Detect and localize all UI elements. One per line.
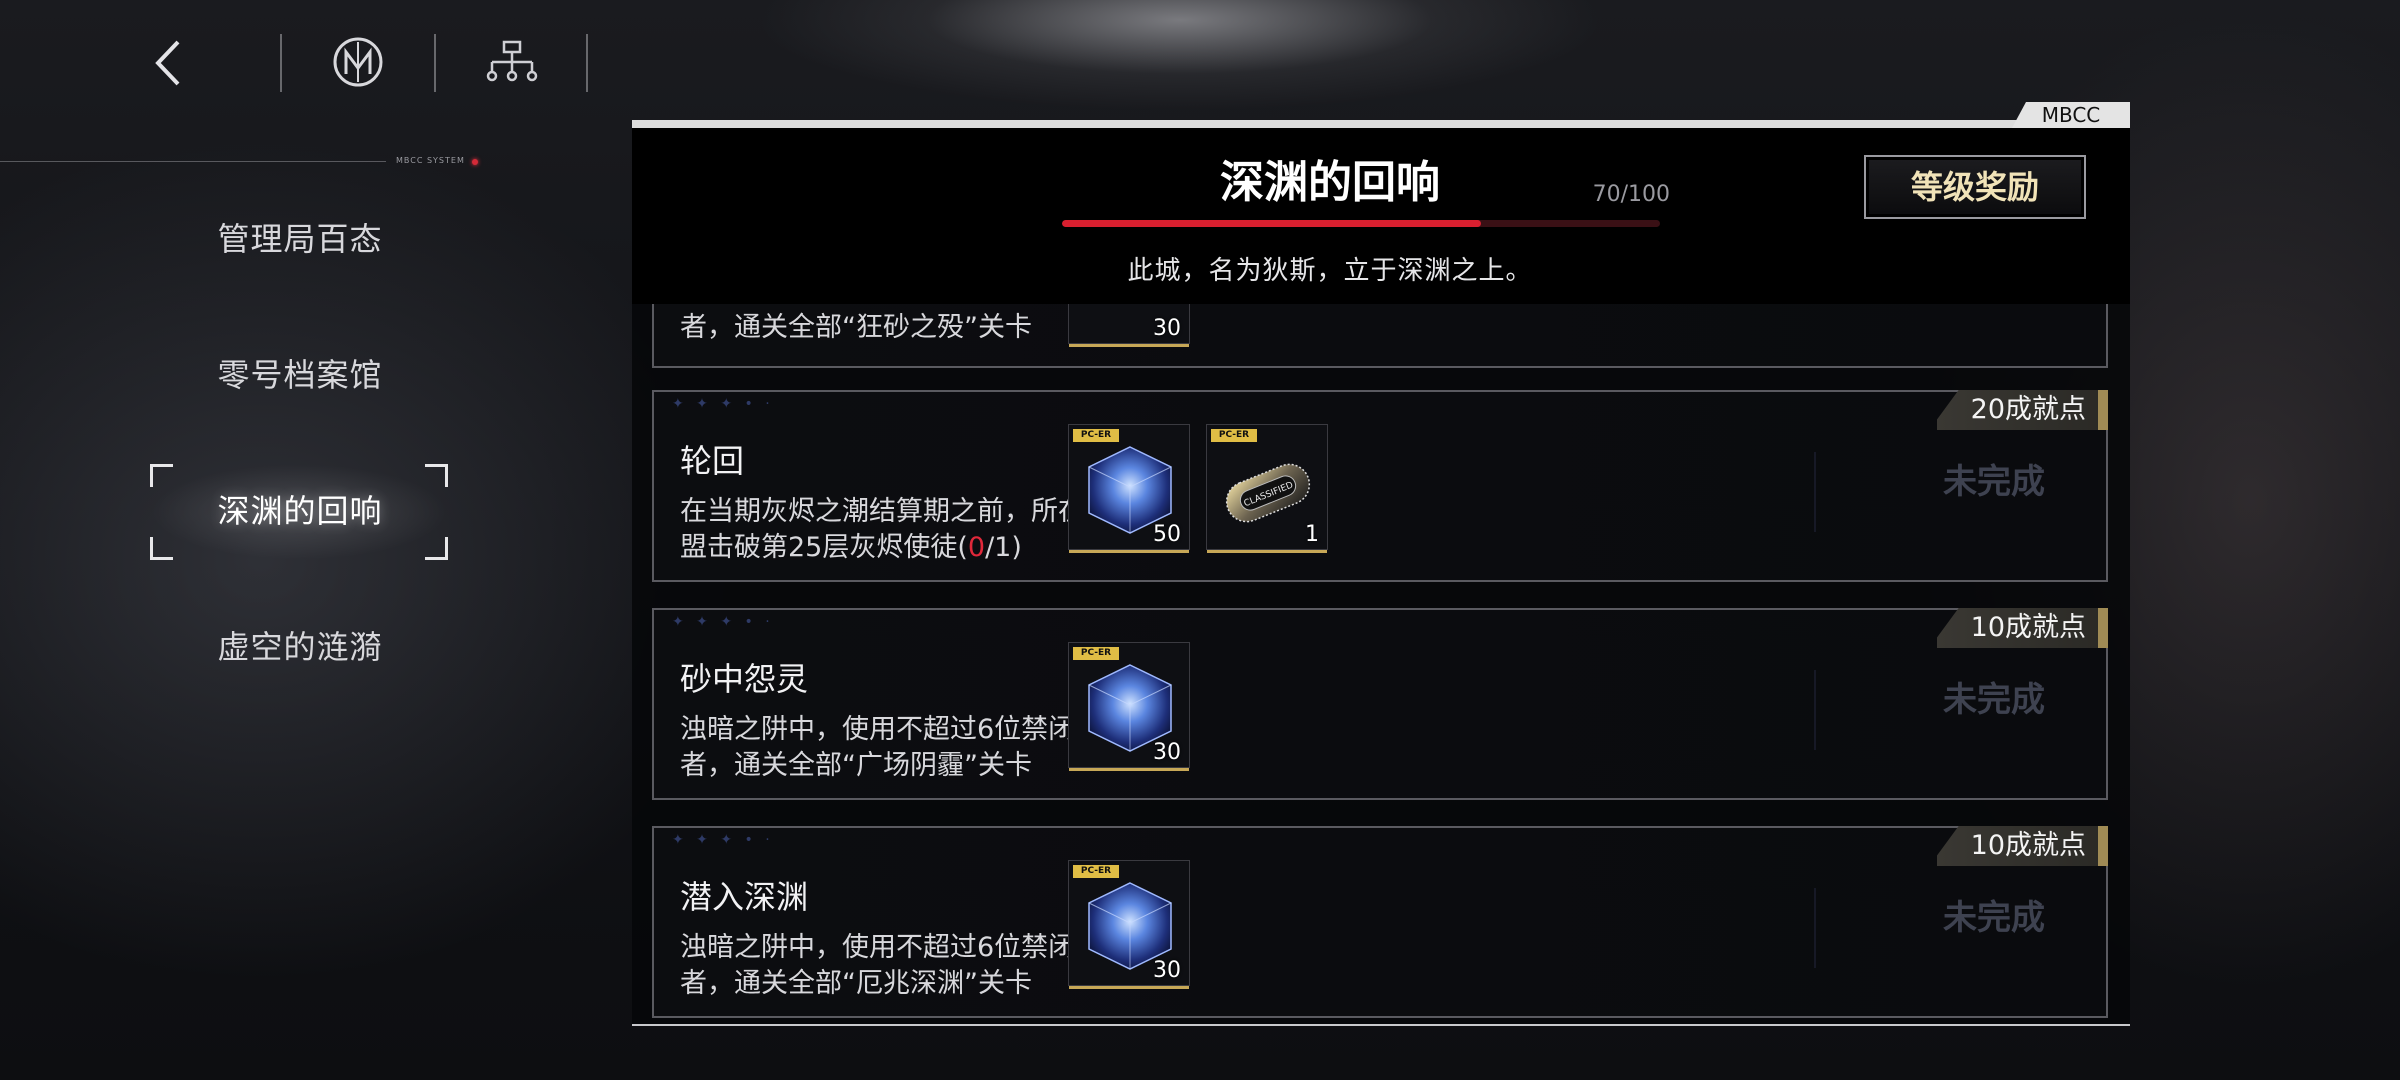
sidebar-item-void-ripple[interactable]: 虚空的涟漪	[150, 612, 450, 682]
assessment-watermark	[1814, 888, 1830, 968]
mbcc-tag: MBCC	[2012, 102, 2130, 128]
level-reward-button[interactable]: 等级奖励	[1864, 155, 2086, 219]
reward-item-cube[interactable]: PC-ER 50	[1068, 424, 1190, 553]
achievement-status: 未完成	[1943, 680, 2045, 720]
assessment-watermark	[1814, 670, 1830, 750]
item-tag: PC-ER	[1073, 865, 1119, 878]
achievement-card: 者，通关全部“狂砂之殁”关卡 30	[652, 304, 2108, 368]
status-dot-icon	[472, 159, 478, 165]
back-button[interactable]	[140, 30, 200, 96]
panel-bottom-line	[632, 1024, 2130, 1026]
item-tag: PC-ER	[1211, 429, 1257, 442]
item-tag: PC-ER	[1073, 429, 1119, 442]
item-quantity: 30	[1153, 958, 1181, 983]
item-quantity: 50	[1153, 522, 1181, 547]
description-text: 盟击破第25层灰烬使徒(	[680, 532, 968, 563]
star-decoration-icon: ✦ ✦ ✦ • ·	[672, 614, 774, 630]
item-quantity: 1	[1305, 522, 1319, 547]
description-text: /1)	[985, 532, 1022, 563]
nav-divider	[434, 34, 436, 92]
achievement-name: 潜入深渊	[680, 878, 809, 916]
panel-top-bar	[632, 120, 2130, 128]
achievement-name: 砂中怨灵	[680, 660, 809, 698]
achievement-status: 未完成	[1943, 462, 2045, 502]
reward-item-ticket[interactable]: PC-ER CLASSIFIED 1	[1206, 424, 1328, 553]
achievement-card: ✦ ✦ ✦ • · 20成就点 轮回 在当期灰烬之潮结算期之前，所在秘 盟击破第…	[652, 390, 2108, 582]
page-title: 深渊的回响	[1220, 157, 1440, 208]
progress-count: 0	[967, 532, 986, 563]
assessment-watermark	[1814, 452, 1830, 532]
item-quantity: 30	[1153, 316, 1181, 341]
achievement-card: ✦ ✦ ✦ • · 10成就点 潜入深渊 浊暗之阱中，使用不超过6位禁闭 者，通…	[652, 826, 2108, 1018]
achievement-points-badge: 10成就点	[1936, 826, 2108, 866]
hierarchy-button[interactable]	[484, 40, 540, 84]
star-decoration-icon: ✦ ✦ ✦ • ·	[672, 832, 774, 848]
achievement-card: ✦ ✦ ✦ • · 10成就点 砂中怨灵 浊暗之阱中，使用不超过6位禁闭 者，通…	[652, 608, 2108, 800]
system-label: MBCC SYSTEM	[396, 156, 465, 165]
item-tag: PC-ER	[1073, 647, 1119, 660]
reward-item-cube[interactable]: 30	[1068, 304, 1190, 347]
achievement-list[interactable]: 者，通关全部“狂砂之殁”关卡 30 ✦ ✦ ✦ • · 20成就点 轮回 在当期…	[632, 304, 2130, 1024]
nav-divider	[280, 34, 282, 92]
reward-item-cube[interactable]: PC-ER 30	[1068, 642, 1190, 771]
top-navigation	[0, 0, 640, 130]
nav-divider	[586, 34, 588, 92]
progress-fill	[1062, 220, 1481, 227]
sidebar-item-abyss-echo[interactable]: 深渊的回响	[150, 476, 450, 546]
sidebar-item-management[interactable]: 管理局百态	[150, 204, 450, 274]
achievement-status: 未完成	[1943, 898, 2045, 938]
reward-item-cube[interactable]: PC-ER 30	[1068, 860, 1190, 989]
star-decoration-icon: ✦ ✦ ✦ • ·	[672, 396, 774, 412]
progress-text: 70/100	[1592, 182, 1670, 207]
hierarchy-icon	[486, 40, 538, 82]
item-quantity: 30	[1153, 740, 1181, 765]
mbcc-logo-button[interactable]	[332, 36, 384, 88]
page-subtitle: 此城，名为狄斯，立于深渊之上。	[1127, 256, 1533, 286]
achievement-name: 轮回	[680, 442, 745, 480]
m-logo-icon	[333, 37, 383, 87]
progress-bar	[1062, 220, 1660, 227]
achievement-points-badge: 20成就点	[1936, 390, 2108, 430]
system-divider-line	[0, 161, 386, 162]
sidebar-item-archive[interactable]: 零号档案馆	[150, 340, 450, 410]
achievement-points-badge: 10成就点	[1936, 608, 2108, 648]
chevron-left-icon	[155, 40, 180, 86]
